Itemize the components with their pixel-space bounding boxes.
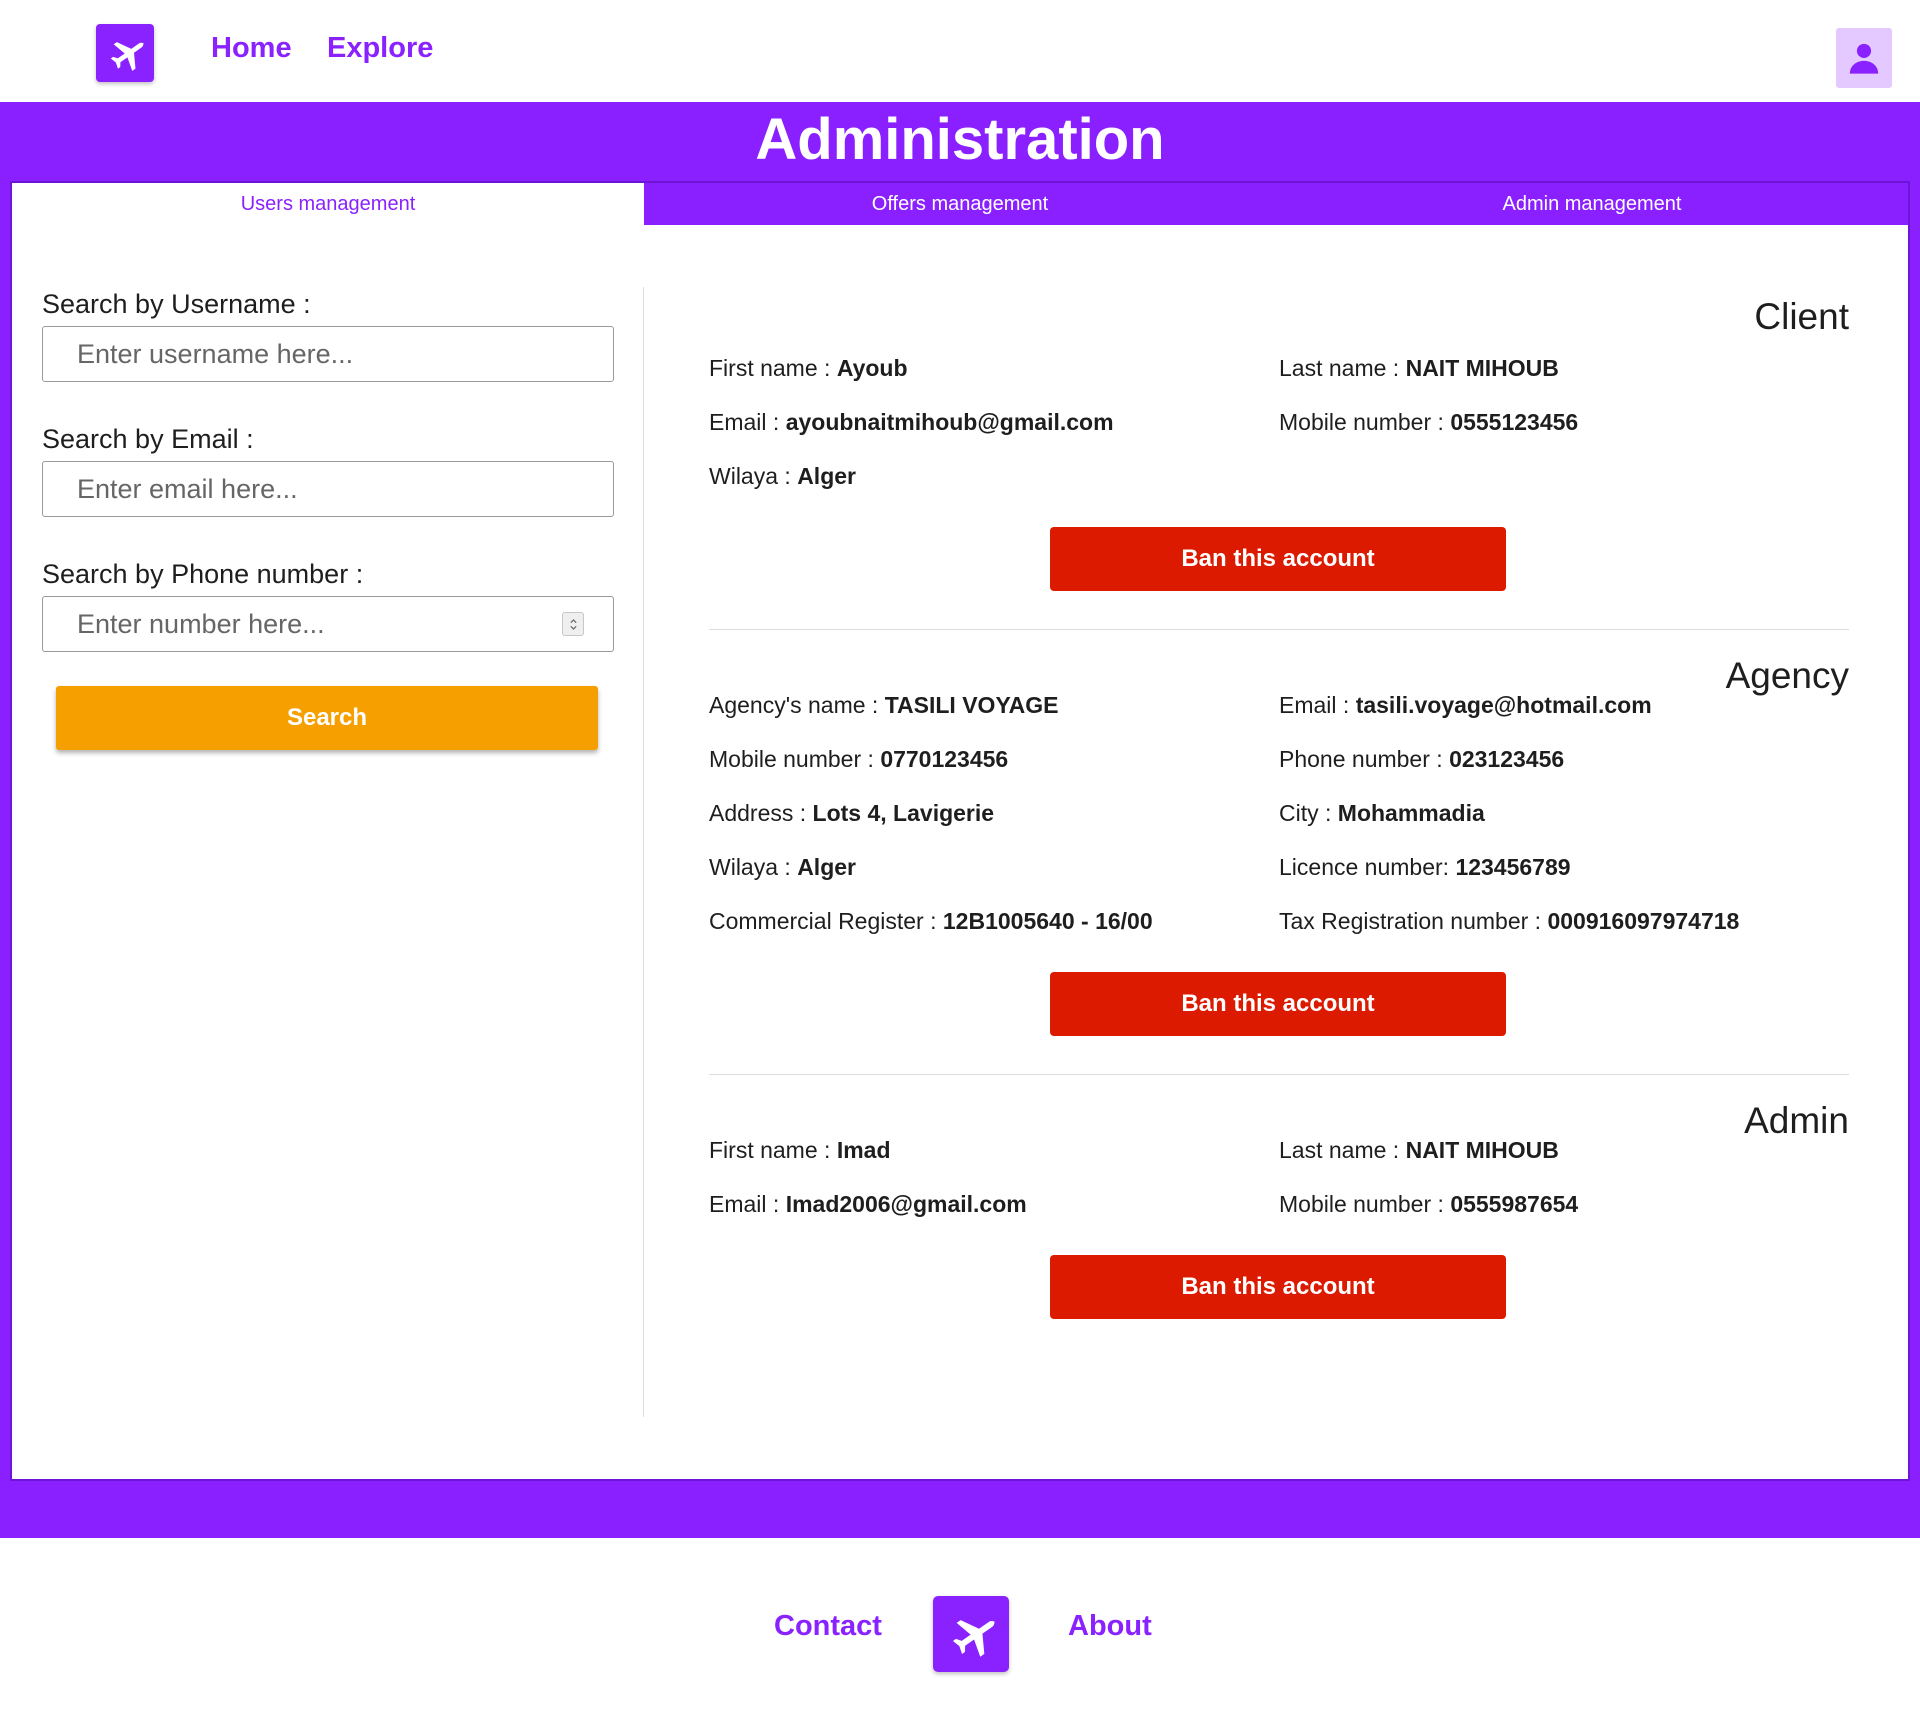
- tab-bar: Users management Offers management Admin…: [12, 183, 1908, 225]
- agency-city: City : Mohammadia: [1279, 800, 1485, 826]
- search-results: Client First name : Ayoub Last name : NA…: [709, 293, 1849, 1319]
- client-details: First name : Ayoub Last name : NAIT MIHO…: [709, 341, 1849, 503]
- number-spinner[interactable]: [562, 612, 584, 636]
- footer-logo[interactable]: [933, 1596, 1009, 1672]
- agency-name: Agency's name : TASILI VOYAGE: [709, 692, 1059, 718]
- ban-client-button[interactable]: Ban this account: [1050, 527, 1506, 591]
- logo[interactable]: [96, 24, 154, 82]
- spinner-arrows-icon: [569, 618, 577, 630]
- admin-last-name: Last name : NAIT MIHOUB: [1279, 1137, 1559, 1163]
- column-divider: [643, 287, 644, 1417]
- email-search-input[interactable]: [42, 461, 614, 517]
- client-last-name: Last name : NAIT MIHOUB: [1279, 355, 1559, 381]
- airplane-icon: [952, 1620, 996, 1657]
- footer-contact-link[interactable]: Contact: [774, 1610, 882, 1643]
- tab-users-management[interactable]: Users management: [12, 183, 644, 225]
- admin-email: Email : Imad2006@gmail.com: [709, 1191, 1027, 1217]
- agency-wilaya: Wilaya : Alger: [709, 854, 856, 880]
- email-label: Search by Email :: [42, 424, 254, 454]
- phone-search-input[interactable]: [42, 596, 614, 652]
- page-title: Administration: [755, 107, 1165, 172]
- footer-about-link[interactable]: About: [1068, 1610, 1152, 1643]
- agency-card: Agency Agency's name : TASILI VOYAGE Ema…: [709, 652, 1849, 1036]
- profile-button[interactable]: [1836, 28, 1892, 88]
- top-navbar: Home Explore: [0, 0, 1920, 102]
- client-first-name: First name : Ayoub: [709, 355, 908, 381]
- agency-phone: Phone number : 023123456: [1279, 746, 1565, 772]
- search-button[interactable]: Search: [56, 686, 598, 750]
- agency-tax-registration: Tax Registration number : 00091609797471…: [1279, 908, 1740, 934]
- agency-licence: Licence number: 123456789: [1279, 854, 1571, 880]
- search-form: Search by Username : Search by Email : S…: [42, 289, 614, 750]
- nav-explore-link[interactable]: Explore: [327, 32, 433, 65]
- airplane-icon: [110, 42, 145, 71]
- ban-admin-button[interactable]: Ban this account: [1050, 1255, 1506, 1319]
- client-mobile: Mobile number : 0555123456: [1279, 409, 1579, 435]
- admin-card: Admin First name : Imad Last name : NAIT…: [709, 1097, 1849, 1319]
- card-divider: [709, 1074, 1849, 1075]
- ban-agency-button[interactable]: Ban this account: [1050, 972, 1506, 1036]
- username-label: Search by Username :: [42, 289, 311, 319]
- admin-panel: Users management Offers management Admin…: [10, 181, 1910, 1481]
- admin-first-name: First name : Imad: [709, 1137, 891, 1163]
- user-icon: [1849, 43, 1879, 74]
- client-email: Email : ayoubnaitmihoub@gmail.com: [709, 409, 1114, 435]
- username-search-input[interactable]: [42, 326, 614, 382]
- admin-mobile: Mobile number : 0555987654: [1279, 1191, 1579, 1217]
- phone-field-wrapper: [42, 596, 614, 694]
- footer: Contact About: [0, 1538, 1920, 1712]
- tab-admin-management[interactable]: Admin management: [1276, 183, 1908, 225]
- client-title: Client: [1754, 296, 1849, 337]
- agency-address: Address : Lots 4, Lavigerie: [709, 800, 995, 826]
- agency-commercial-register: Commercial Register : 12B1005640 - 16/00: [709, 908, 1153, 934]
- agency-details: Agency's name : TASILI VOYAGE Email : ta…: [709, 678, 1849, 948]
- card-divider: [709, 629, 1849, 630]
- nav-home-link[interactable]: Home: [211, 32, 292, 65]
- admin-details: First name : Imad Last name : NAIT MIHOU…: [709, 1123, 1849, 1231]
- tab-offers-management[interactable]: Offers management: [644, 183, 1276, 225]
- phone-label: Search by Phone number :: [42, 559, 364, 589]
- client-card: Client First name : Ayoub Last name : NA…: [709, 293, 1849, 591]
- agency-email: Email : tasili.voyage@hotmail.com: [1279, 692, 1652, 718]
- agency-mobile: Mobile number : 0770123456: [709, 746, 1009, 772]
- client-wilaya: Wilaya : Alger: [709, 463, 856, 489]
